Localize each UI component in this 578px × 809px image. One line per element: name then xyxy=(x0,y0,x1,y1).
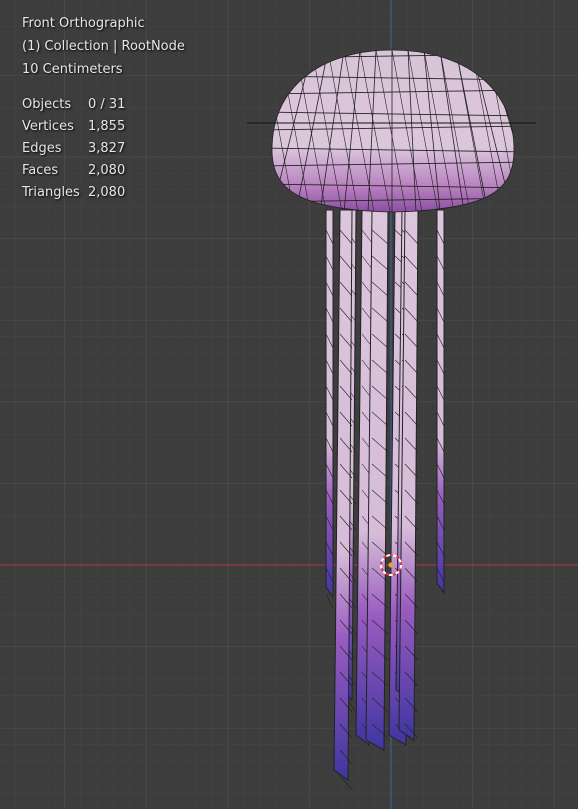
jellyfish-bell xyxy=(271,49,515,213)
stat-label: Objects xyxy=(22,97,72,112)
stat-label: Faces xyxy=(22,163,59,178)
stat-objects: Objects 0 / 31 xyxy=(22,94,185,116)
stat-edges: Edges 3,827 xyxy=(22,138,185,160)
view-name: Front Orthographic xyxy=(22,16,145,31)
viewport-info-overlay: Front Orthographic (1) Collection | Root… xyxy=(22,12,185,204)
stat-value: 1,855 xyxy=(88,119,126,134)
grid-scale: 10 Centimeters xyxy=(22,62,123,77)
stat-value: 3,827 xyxy=(88,141,126,156)
stat-faces: Faces 2,080 xyxy=(22,160,185,182)
stat-value: 2,080 xyxy=(88,185,126,200)
stat-label: Edges xyxy=(22,141,62,156)
stat-value: 2,080 xyxy=(88,163,126,178)
stat-vertices: Vertices 1,855 xyxy=(22,116,185,138)
stat-label: Vertices xyxy=(22,119,74,134)
stat-value: 0 / 31 xyxy=(88,97,126,112)
stat-triangles: Triangles 2,080 xyxy=(22,182,185,204)
stat-label: Triangles xyxy=(22,185,80,200)
collection-name: (1) Collection | RootNode xyxy=(22,39,185,54)
